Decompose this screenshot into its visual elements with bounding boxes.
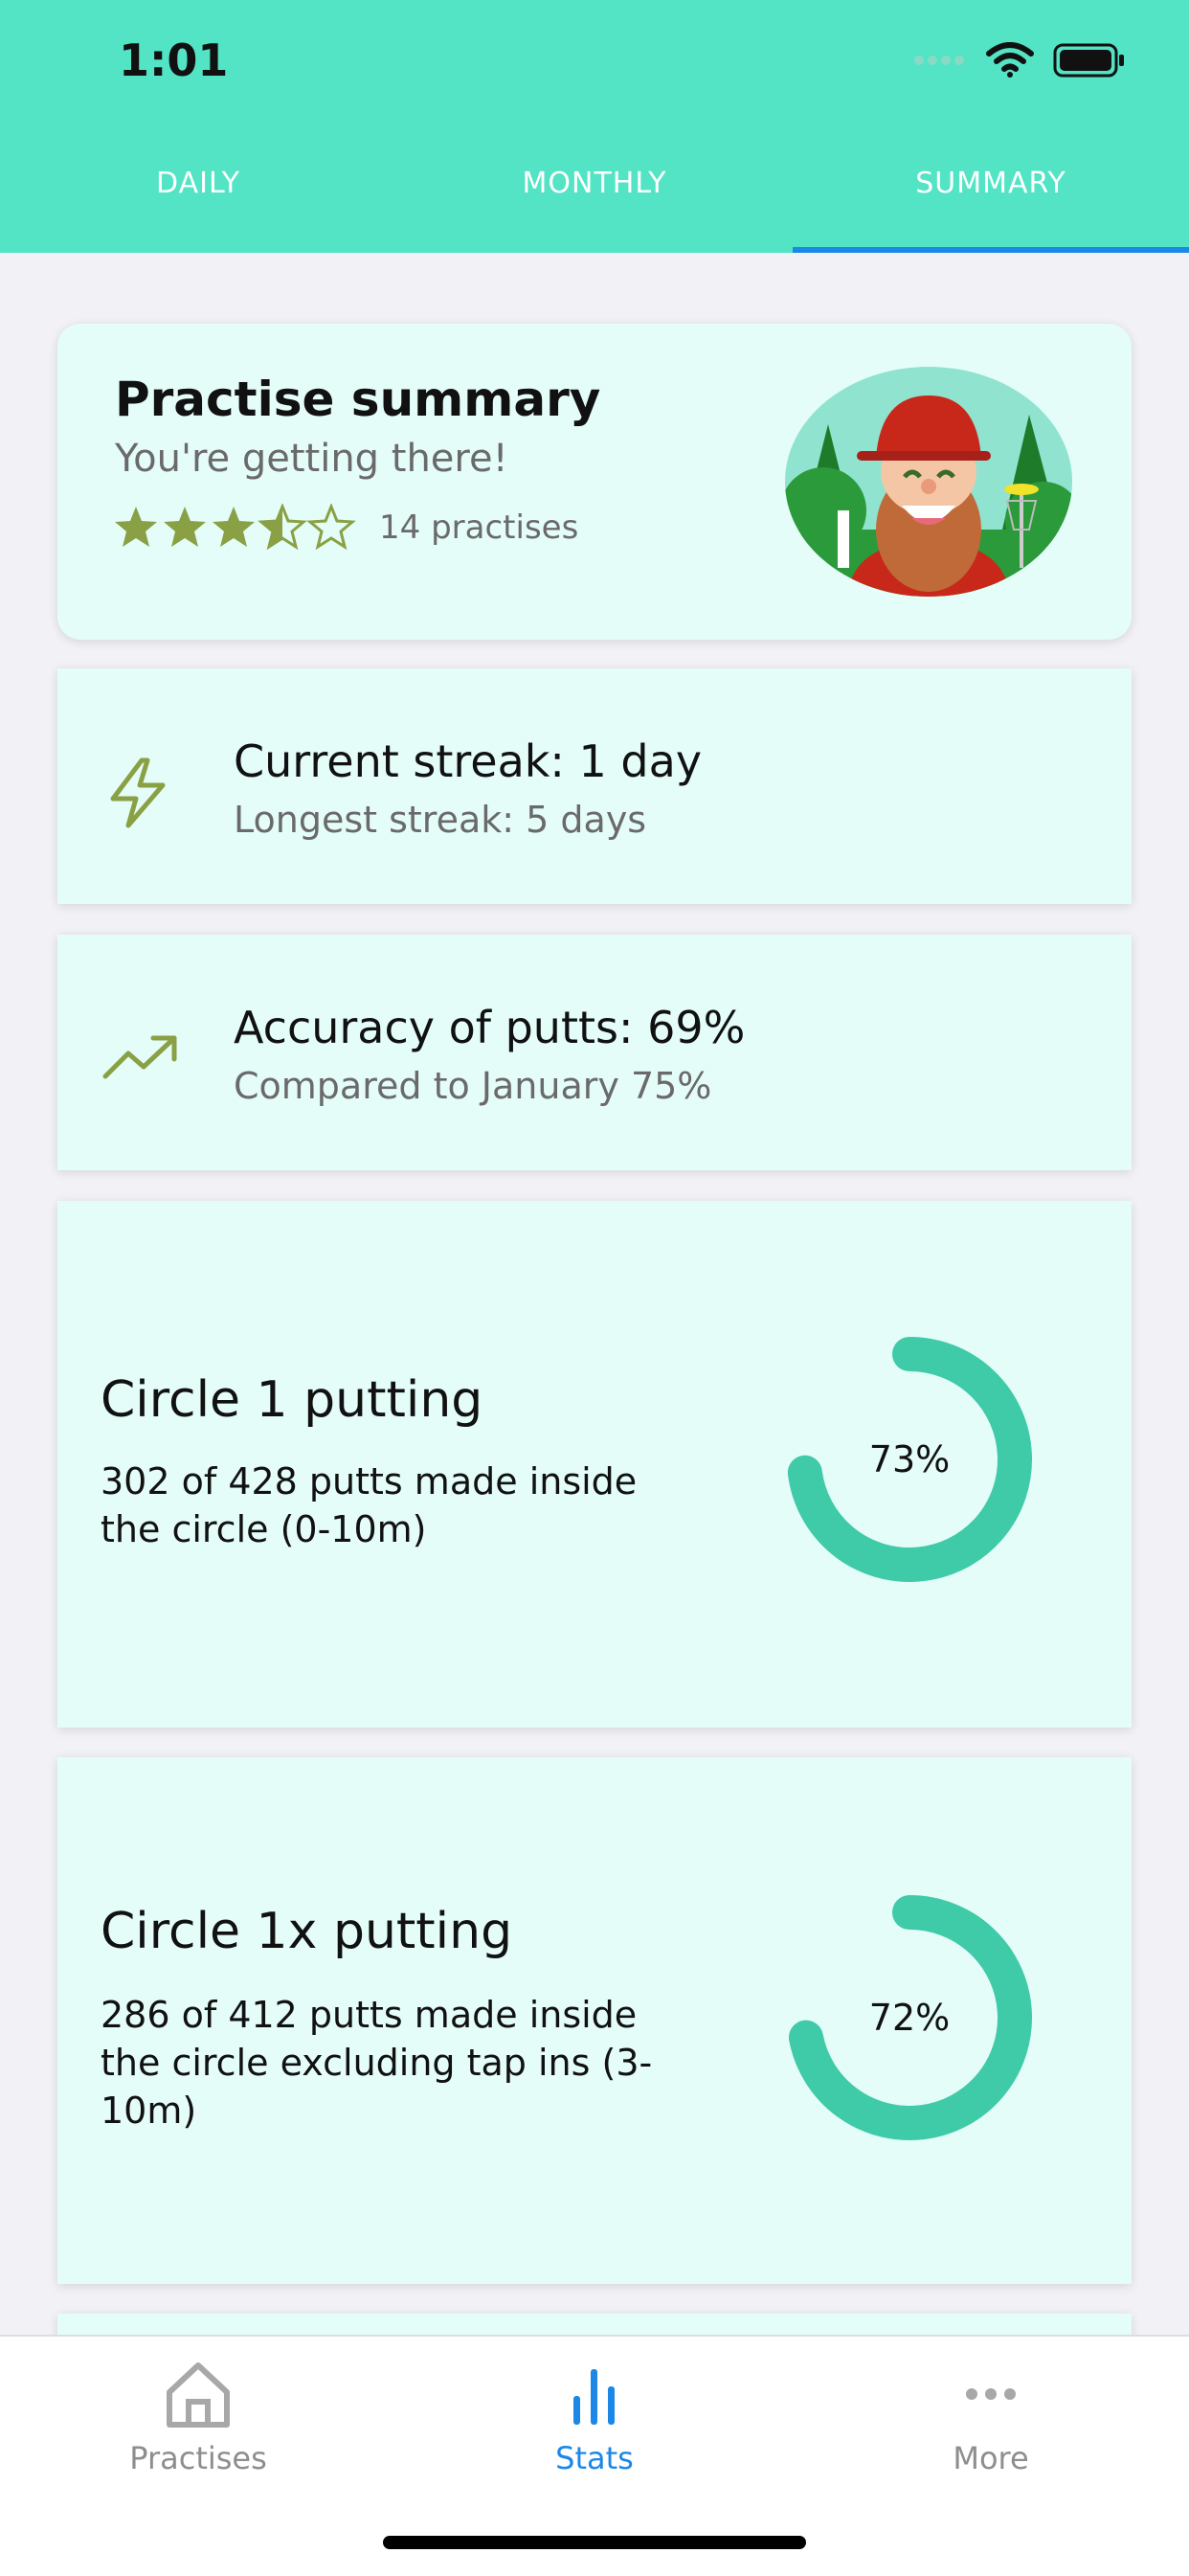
circle-1-card: Circle 1 putting 302 of 428 putts made i… bbox=[57, 1201, 1132, 1728]
circle-1x-description: 286 of 412 putts made inside the circle … bbox=[101, 1994, 653, 2132]
tab-bar: DAILY MONTHLY SUMMARY bbox=[0, 144, 1189, 253]
circle-1-donut: 73% bbox=[785, 1335, 1034, 1584]
circle-1x-card: Circle 1x putting 286 of 412 putts made … bbox=[57, 1757, 1132, 2284]
home-icon bbox=[167, 2362, 230, 2428]
star-half-icon bbox=[259, 505, 305, 549]
trending-up-icon bbox=[102, 1035, 177, 1079]
nav-more[interactable]: More bbox=[793, 2356, 1189, 2476]
battery-icon bbox=[1053, 43, 1124, 78]
current-streak: Current streak: 1 day bbox=[234, 735, 703, 787]
lightning-icon bbox=[110, 757, 166, 828]
accuracy-card: Accuracy of putts: 69% Compared to Janua… bbox=[57, 935, 1132, 1170]
signal-icon bbox=[914, 56, 964, 65]
status-icons bbox=[913, 42, 1126, 79]
practise-count: 14 practises bbox=[379, 508, 579, 547]
home-indicator bbox=[383, 2536, 806, 2549]
longest-streak: Longest streak: 5 days bbox=[234, 799, 647, 841]
circle-1x-donut: 72% bbox=[785, 1893, 1034, 2142]
nav-stats-label: Stats bbox=[555, 2440, 634, 2476]
avatar bbox=[785, 367, 1072, 597]
app-header: 1:01 DAILY MONTHLY SUMMARY bbox=[0, 0, 1189, 253]
bearded-golfer-avatar bbox=[785, 367, 1072, 597]
star-full-icon bbox=[213, 507, 255, 547]
streak-card: Current streak: 1 day Longest streak: 5 … bbox=[57, 668, 1132, 904]
star-full-icon bbox=[115, 507, 157, 547]
nav-stats[interactable]: Stats bbox=[396, 2356, 793, 2476]
wifi-icon bbox=[986, 42, 1034, 78]
bar-chart-icon bbox=[573, 2369, 615, 2425]
accuracy-comparison: Compared to January 75% bbox=[234, 1065, 712, 1107]
nav-more-label: More bbox=[953, 2440, 1029, 2476]
nav-practises-label: Practises bbox=[129, 2440, 267, 2476]
star-full-icon bbox=[164, 507, 206, 547]
circle-1x-title: Circle 1x putting bbox=[101, 1903, 513, 1960]
summary-subtitle: You're getting there! bbox=[115, 437, 508, 481]
circle-1-percent: 73% bbox=[868, 1438, 951, 1480]
circle-1-title: Circle 1 putting bbox=[101, 1371, 483, 1429]
tab-summary[interactable]: SUMMARY bbox=[793, 144, 1189, 253]
star-rating: 14 practises bbox=[113, 504, 578, 552]
putt-accuracy: Accuracy of putts: 69% bbox=[234, 1002, 746, 1053]
circle-1x-percent: 72% bbox=[868, 1997, 951, 2039]
status-time: 1:01 bbox=[119, 34, 229, 86]
tab-monthly[interactable]: MONTHLY bbox=[396, 144, 793, 253]
practise-summary-card: Practise summary You're getting there! 1… bbox=[57, 324, 1132, 640]
summary-title: Practise summary bbox=[115, 372, 601, 427]
nav-practises[interactable]: Practises bbox=[0, 2356, 396, 2476]
star-empty-icon bbox=[308, 505, 354, 549]
tab-daily[interactable]: DAILY bbox=[0, 144, 396, 253]
more-dots-icon bbox=[966, 2388, 1016, 2400]
stars-icon bbox=[115, 505, 354, 549]
circle-1-description: 302 of 428 putts made inside the circle … bbox=[101, 1460, 638, 1550]
